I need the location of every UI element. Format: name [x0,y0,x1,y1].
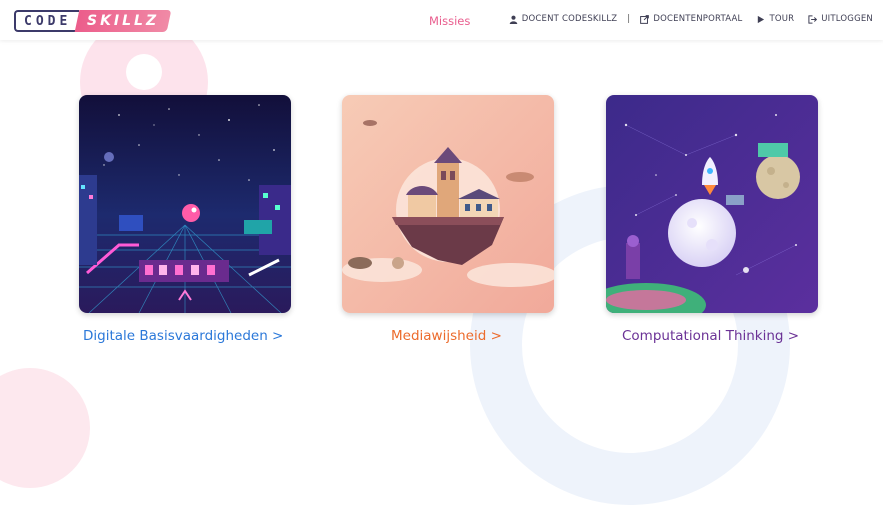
user-menu-link[interactable]: DOCENT CODESKILLZ [509,14,618,24]
mission-card-computational-thinking[interactable] [606,95,818,313]
docentenportaal-link[interactable]: DOCENTENPORTAAL [640,14,742,24]
logout-icon [808,14,818,24]
user-label: DOCENT CODESKILLZ [521,14,618,24]
nav-separator: | [627,14,631,24]
decorative-circle-hole [126,54,162,90]
logout-label: UITLOGGEN [821,14,873,24]
nav-missies-link[interactable]: Missies [429,14,470,28]
logo-skillz-text: SKILLZ [87,13,160,29]
user-nav: DOCENT CODESKILLZ | DOCENTENPORTAAL TOUR… [509,14,873,24]
logout-link[interactable]: UITLOGGEN [808,14,873,24]
logo-code-text: CODE [14,10,80,32]
mission-title-digitale-basisvaardigheden[interactable]: Digitale Basisvaardigheden > [83,328,283,344]
mission-title-mediawijsheid[interactable]: Mediawijsheid > [391,328,502,344]
mission-title-computational-thinking[interactable]: Computational Thinking > [622,328,799,344]
space-illustration [606,95,818,313]
tour-label: TOUR [769,14,795,24]
external-link-icon [640,14,650,24]
top-navbar: CODE SKILLZ Missies DOCENT CODESKILLZ | … [0,0,883,40]
digital-city-illustration [79,95,291,313]
logo-skillz-block: SKILLZ [74,10,172,32]
mission-card-mediawijsheid[interactable] [342,95,554,313]
tour-link[interactable]: TOUR [756,14,794,24]
play-icon [758,15,765,23]
user-icon [509,15,518,24]
portal-label: DOCENTENPORTAAL [653,14,743,24]
codeskillz-logo[interactable]: CODE SKILLZ [14,10,172,32]
mission-card-digitale-basisvaardigheden[interactable] [79,95,291,313]
floating-island-illustration [342,95,554,313]
decorative-blob [0,368,90,488]
